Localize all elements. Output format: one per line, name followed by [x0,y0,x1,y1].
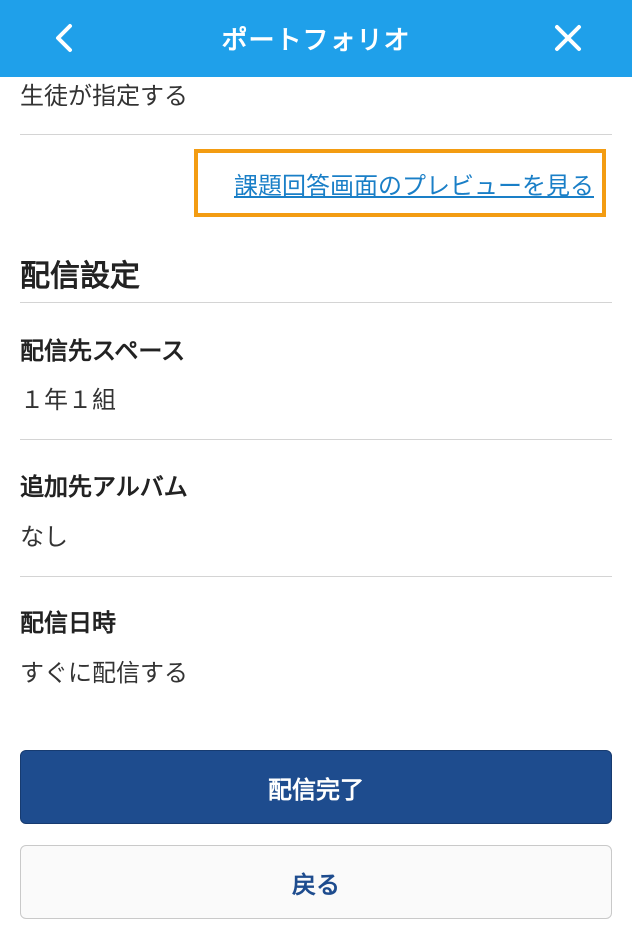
page-title: ポートフォリオ [221,26,411,56]
preview-link-highlight: 課題回答画面のプレビューを見る [194,149,606,217]
divider [20,576,612,577]
divider [20,302,612,303]
section-heading-distribution: 配信設定 [20,259,140,294]
complete-distribution-button[interactable]: 配信完了 [20,750,612,824]
close-button[interactable] [548,18,588,58]
back-button-bottom[interactable]: 戻る [20,845,612,919]
field-value-destination-space: １年１組 [20,386,116,414]
field-label-destination-space: 配信先スペース [20,337,186,365]
back-button[interactable] [44,18,84,58]
divider [20,134,612,135]
field-value-album: なし [20,523,68,551]
close-icon [555,25,581,51]
field-label-album: 追加先アルバム [20,473,188,501]
field-label-distribution-time: 配信日時 [20,609,116,637]
app-header: ポートフォリオ [0,0,632,77]
answer-mode-value: 生徒が指定する [20,82,188,110]
divider [20,439,612,440]
preview-link[interactable]: 課題回答画面のプレビューを見る [234,166,594,201]
chevron-left-icon [56,24,72,52]
field-value-distribution-time: すぐに配信する [20,659,188,687]
